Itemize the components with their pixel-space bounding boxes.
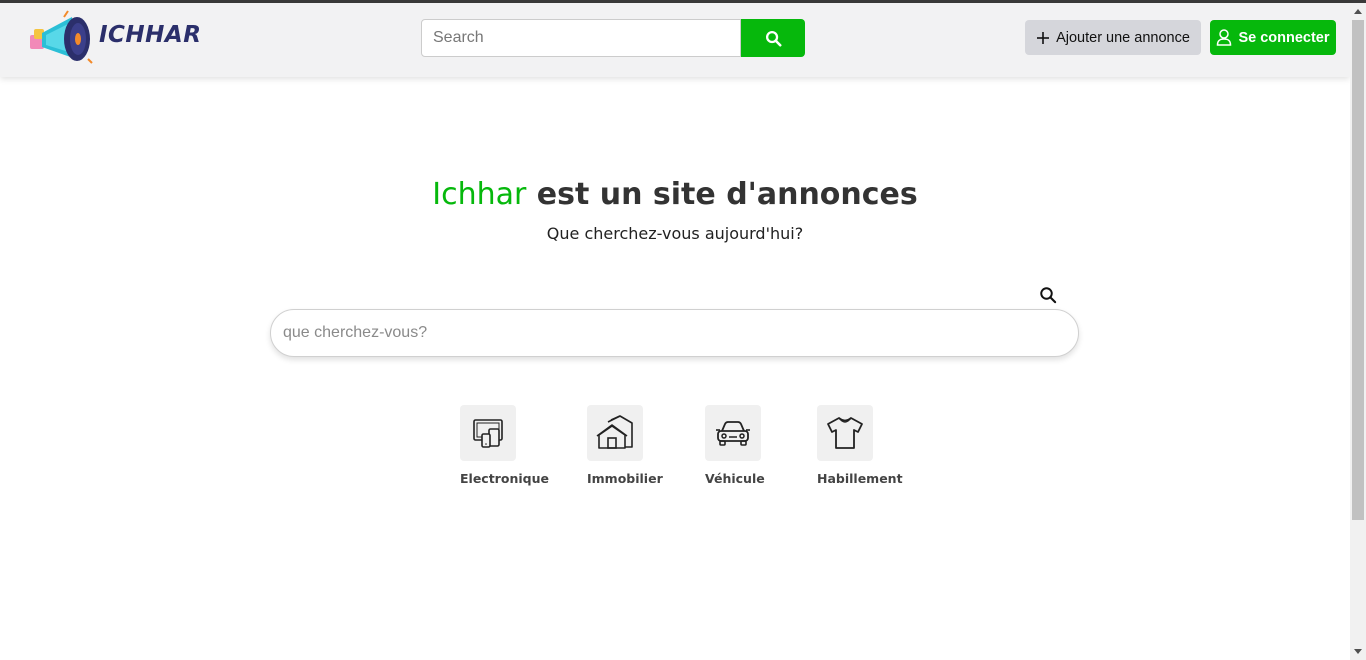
login-button[interactable]: Se connecter	[1210, 20, 1336, 55]
hero-title: Ichhar est un site d'annonces	[0, 177, 1350, 212]
category-immobilier[interactable]: Immobilier	[587, 405, 663, 486]
category-label: Immobilier	[587, 471, 663, 486]
main-search-input[interactable]	[270, 309, 1079, 357]
scroll-down-arrow-icon[interactable]	[1354, 649, 1362, 654]
category-icon-box	[460, 405, 516, 461]
add-listing-button[interactable]: Ajouter une annonce	[1025, 20, 1201, 55]
category-label: Electronique	[460, 471, 549, 486]
user-icon	[1217, 29, 1232, 46]
car-icon	[716, 421, 750, 446]
search-icon	[1040, 287, 1057, 304]
category-label: Véhicule	[705, 471, 765, 486]
megaphone-logo-icon	[30, 10, 93, 64]
house-icon	[596, 415, 633, 449]
devices-icon	[473, 419, 503, 448]
category-icon-box	[705, 405, 761, 461]
plus-icon	[1037, 31, 1050, 44]
hero-title-rest: est un site d'annonces	[526, 177, 918, 212]
header-search-input[interactable]	[421, 19, 741, 57]
hero-subtitle: Que cherchez-vous aujourd'hui?	[546, 224, 804, 243]
category-icon-box	[587, 405, 643, 461]
tshirt-icon	[827, 417, 863, 449]
add-listing-label: Ajouter une annonce	[1056, 29, 1190, 46]
category-electronique[interactable]: Electronique	[460, 405, 549, 486]
category-habillement[interactable]: Habillement	[817, 405, 903, 486]
category-vehicule[interactable]: Véhicule	[705, 405, 765, 486]
category-label: Habillement	[817, 471, 903, 486]
scroll-up-arrow-icon[interactable]	[1354, 9, 1362, 14]
scroll-thumb[interactable]	[1352, 20, 1364, 520]
login-label: Se connecter	[1238, 29, 1330, 46]
navbar: ICHHAR Ajouter une annonce Se connecter	[0, 3, 1350, 77]
hero-brand: Ichhar	[432, 177, 527, 212]
logo-text[interactable]: ICHHAR	[99, 22, 201, 48]
main-search-icon[interactable]	[1039, 286, 1057, 304]
page-scrollbar[interactable]	[1350, 3, 1366, 660]
category-icon-box	[817, 405, 873, 461]
search-icon	[765, 30, 782, 47]
header-search-button[interactable]	[741, 19, 805, 57]
